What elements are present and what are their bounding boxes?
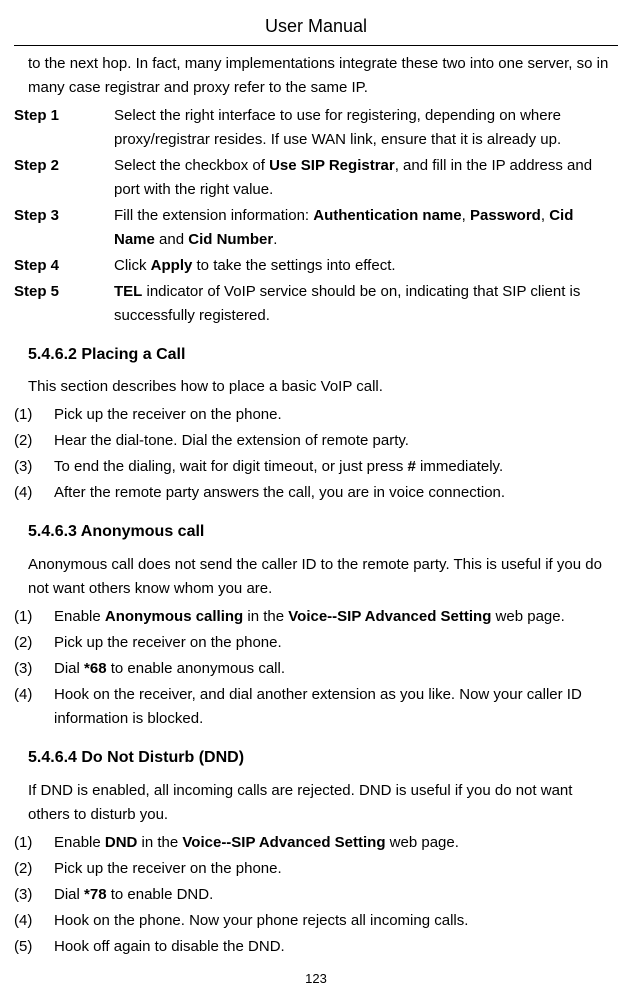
- item-text: Hook on the phone. Now your phone reject…: [54, 909, 618, 933]
- text: Select the checkbox of: [114, 157, 269, 174]
- item-number: (4): [14, 909, 54, 933]
- text: to enable DND.: [107, 886, 214, 903]
- step-4: Step 4 Click Apply to take the settings …: [14, 254, 618, 278]
- step-label: Step 5: [14, 280, 114, 328]
- text: Fill the extension information:: [114, 207, 313, 224]
- text: indicator of VoIP service should be on, …: [114, 283, 580, 324]
- list-item: (4) Hook on the receiver, and dial anoth…: [14, 683, 618, 731]
- bold-text: Cid Number: [188, 231, 273, 248]
- list-item: (3) To end the dialing, wait for digit t…: [14, 455, 618, 479]
- intro-paragraph: to the next hop. In fact, many implement…: [14, 52, 618, 100]
- item-text: Hear the dial-tone. Dial the extension o…: [54, 429, 618, 453]
- step-content: Select the checkbox of Use SIP Registrar…: [114, 154, 618, 202]
- bold-text: #: [408, 458, 416, 475]
- item-text: Pick up the receiver on the phone.: [54, 403, 618, 427]
- item-text: To end the dialing, wait for digit timeo…: [54, 455, 618, 479]
- text: Enable: [54, 834, 105, 851]
- section-intro: This section describes how to place a ba…: [14, 375, 618, 399]
- section-heading-placing-call: 5.4.6.2 Placing a Call: [14, 342, 618, 368]
- item-text: Pick up the receiver on the phone.: [54, 857, 618, 881]
- list-item: (3) Dial *68 to enable anonymous call.: [14, 657, 618, 681]
- list-item: (1) Pick up the receiver on the phone.: [14, 403, 618, 427]
- step-content: Click Apply to take the settings into ef…: [114, 254, 618, 278]
- list-item: (4) Hook on the phone. Now your phone re…: [14, 909, 618, 933]
- bold-text: Voice--SIP Advanced Setting: [288, 608, 491, 625]
- text: to take the settings into effect.: [192, 257, 395, 274]
- item-number: (5): [14, 935, 54, 959]
- step-label: Step 2: [14, 154, 114, 202]
- bold-text: DND: [105, 834, 138, 851]
- item-number: (2): [14, 631, 54, 655]
- bold-text: Password: [470, 207, 541, 224]
- item-number: (4): [14, 683, 54, 731]
- step-3: Step 3 Fill the extension information: A…: [14, 204, 618, 252]
- step-content: TEL indicator of VoIP service should be …: [114, 280, 618, 328]
- item-text: After the remote party answers the call,…: [54, 481, 618, 505]
- item-text: Dial *78 to enable DND.: [54, 883, 618, 907]
- step-label: Step 4: [14, 254, 114, 278]
- section-intro: If DND is enabled, all incoming calls ar…: [14, 779, 618, 827]
- item-text: Dial *68 to enable anonymous call.: [54, 657, 618, 681]
- section-heading-anonymous-call: 5.4.6.3 Anonymous call: [14, 519, 618, 545]
- item-number: (3): [14, 883, 54, 907]
- item-text: Enable DND in the Voice--SIP Advanced Se…: [54, 831, 618, 855]
- list-item: (2) Pick up the receiver on the phone.: [14, 857, 618, 881]
- step-label: Step 1: [14, 104, 114, 152]
- text: Enable: [54, 608, 105, 625]
- item-number: (2): [14, 857, 54, 881]
- item-number: (3): [14, 657, 54, 681]
- text: ,: [462, 207, 470, 224]
- list-item: (2) Pick up the receiver on the phone.: [14, 631, 618, 655]
- step-2: Step 2 Select the checkbox of Use SIP Re…: [14, 154, 618, 202]
- section-heading-dnd: 5.4.6.4 Do Not Disturb (DND): [14, 745, 618, 771]
- item-number: (4): [14, 481, 54, 505]
- bold-text: Voice--SIP Advanced Setting: [182, 834, 385, 851]
- item-text: Pick up the receiver on the phone.: [54, 631, 618, 655]
- list-item: (2) Hear the dial-tone. Dial the extensi…: [14, 429, 618, 453]
- bold-text: *78: [84, 886, 107, 903]
- text: Dial: [54, 886, 84, 903]
- section-intro: Anonymous call does not send the caller …: [14, 553, 618, 601]
- text: Click: [114, 257, 151, 274]
- bold-text: *68: [84, 660, 107, 677]
- page-header: User Manual: [14, 12, 618, 46]
- item-text: Hook off again to disable the DND.: [54, 935, 618, 959]
- list-item: (5) Hook off again to disable the DND.: [14, 935, 618, 959]
- step-label: Step 3: [14, 204, 114, 252]
- item-number: (2): [14, 429, 54, 453]
- item-number: (1): [14, 605, 54, 629]
- list-item: (1) Enable Anonymous calling in the Voic…: [14, 605, 618, 629]
- bold-text: TEL: [114, 283, 142, 300]
- text: in the: [137, 834, 182, 851]
- text: .: [273, 231, 277, 248]
- step-content: Fill the extension information: Authenti…: [114, 204, 618, 252]
- text: to enable anonymous call.: [107, 660, 285, 677]
- text: Dial: [54, 660, 84, 677]
- bold-text: Authentication name: [313, 207, 461, 224]
- item-number: (1): [14, 831, 54, 855]
- bold-text: Anonymous calling: [105, 608, 243, 625]
- text: To end the dialing, wait for digit timeo…: [54, 458, 408, 475]
- item-number: (1): [14, 403, 54, 427]
- step-5: Step 5 TEL indicator of VoIP service sho…: [14, 280, 618, 328]
- item-text: Enable Anonymous calling in the Voice--S…: [54, 605, 618, 629]
- step-1: Step 1 Select the right interface to use…: [14, 104, 618, 152]
- bold-text: Apply: [151, 257, 193, 274]
- list-item: (4) After the remote party answers the c…: [14, 481, 618, 505]
- step-content: Select the right interface to use for re…: [114, 104, 618, 152]
- page-content: User Manual to the next hop. In fact, ma…: [0, 0, 632, 989]
- text: immediately.: [416, 458, 503, 475]
- list-item: (1) Enable DND in the Voice--SIP Advance…: [14, 831, 618, 855]
- list-item: (3) Dial *78 to enable DND.: [14, 883, 618, 907]
- item-text: Hook on the receiver, and dial another e…: [54, 683, 618, 731]
- text: web page.: [491, 608, 564, 625]
- bold-text: Use SIP Registrar: [269, 157, 395, 174]
- page-number: 123: [14, 969, 618, 989]
- text: in the: [243, 608, 288, 625]
- item-number: (3): [14, 455, 54, 479]
- text: web page.: [386, 834, 459, 851]
- text: and: [155, 231, 188, 248]
- text: ,: [541, 207, 549, 224]
